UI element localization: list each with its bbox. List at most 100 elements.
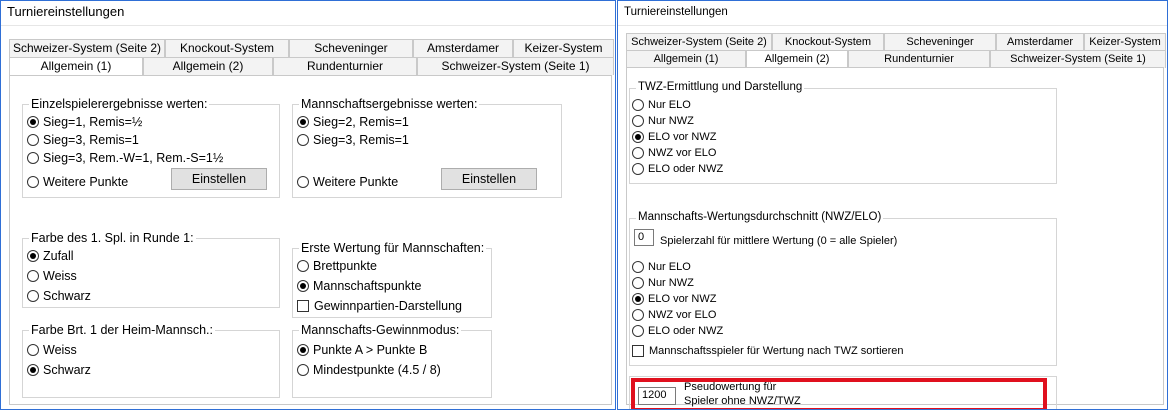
radio-icon xyxy=(632,99,644,111)
tab-schweizer-2[interactable]: Schweizer-System (Seite 2) xyxy=(626,33,772,51)
option-label: Mannschaftsspieler für Wertung nach TWZ … xyxy=(649,345,904,357)
radio-sieg2-remis1[interactable]: Sieg=2, Remis=1 xyxy=(297,115,409,129)
group-gewinnmodus-legend: Mannschafts-Gewinnmodus: xyxy=(299,323,462,337)
radio-mwd-nur-nwz[interactable]: Nur NWZ xyxy=(632,277,694,289)
radio-elo-oder-nwz[interactable]: ELO oder NWZ xyxy=(632,163,723,175)
option-label: Sieg=3, Remis=1 xyxy=(313,133,409,147)
checkbox-twz-sortieren[interactable]: Mannschaftsspieler für Wertung nach TWZ … xyxy=(632,345,904,357)
group-mannschaftsergebnisse: Mannschaftsergebnisse werten: Sieg=2, Re… xyxy=(292,97,562,198)
option-label: Sieg=1, Remis=½ xyxy=(43,115,143,129)
tab-amsterdamer[interactable]: Amsterdamer xyxy=(413,39,513,57)
radio-icon xyxy=(632,147,644,159)
radio-zufall[interactable]: Zufall xyxy=(27,249,74,263)
tab-panel-allgemein-1: Einzelspielerergebnisse werten: Sieg=1, … xyxy=(9,75,612,405)
tab-row-front: Allgemein (1) Allgemein (2) Rundenturnie… xyxy=(9,57,614,75)
radio-mwd-nwz-vor-elo[interactable]: NWZ vor ELO xyxy=(632,309,716,321)
group-einzelspieler-legend: Einzelspielerergebnisse werten: xyxy=(29,97,210,111)
group-einzelspieler: Einzelspielerergebnisse werten: Sieg=1, … xyxy=(22,97,280,198)
radio-heim-weiss[interactable]: Weiss xyxy=(27,343,77,357)
option-label: Gewinnpartien-Darstellung xyxy=(314,299,462,313)
tab-schweizer-1[interactable]: Schweizer-System (Seite 1) xyxy=(417,57,614,75)
tab-allgemein-1[interactable]: Allgemein (1) xyxy=(626,50,746,68)
highlight-frame xyxy=(631,378,1047,409)
option-label: Nur NWZ xyxy=(648,277,694,289)
tab-row-front: Allgemein (1) Allgemein (2) Rundenturnie… xyxy=(626,50,1166,68)
radio-mwd-elo-vor-nwz[interactable]: ELO vor NWZ xyxy=(632,293,716,305)
radio-punkte-a-b[interactable]: Punkte A > Punkte B xyxy=(297,343,427,357)
radio-weitere-punkte[interactable]: Weitere Punkte xyxy=(27,175,128,189)
window-title: Turniereinstellungen xyxy=(618,1,1167,26)
radio-nwz-vor-elo[interactable]: NWZ vor ELO xyxy=(632,147,716,159)
option-label: Sieg=3, Rem.-W=1, Rem.-S=1½ xyxy=(43,151,224,165)
group-gewinnmodus: Mannschafts-Gewinnmodus: Punkte A > Punk… xyxy=(292,323,492,398)
tab-keizer[interactable]: Keizer-System xyxy=(513,39,614,57)
spielerzahl-label: Spielerzahl für mittlere Wertung (0 = al… xyxy=(660,235,898,247)
option-label: Sieg=2, Remis=1 xyxy=(313,115,409,129)
einstellen-button[interactable]: Einstellen xyxy=(171,168,267,190)
option-label: Weiss xyxy=(43,269,77,283)
group-mannschaft-legend: Mannschaftsergebnisse werten: xyxy=(299,97,480,111)
radio-checked-icon xyxy=(632,293,644,305)
option-label: Schwarz xyxy=(43,363,91,377)
option-label: NWZ vor ELO xyxy=(648,309,717,321)
tab-schweizer-1[interactable]: Schweizer-System (Seite 1) xyxy=(990,50,1166,68)
option-label: Punkte A > Punkte B xyxy=(313,343,428,357)
tab-schweizer-2[interactable]: Schweizer-System (Seite 2) xyxy=(9,39,165,57)
group-heim-legend: Farbe Brt. 1 der Heim-Mannsch.: xyxy=(29,323,216,337)
radio-icon xyxy=(632,163,644,175)
radio-icon xyxy=(27,176,39,188)
spielerzahl-input[interactable]: 0 xyxy=(634,229,654,246)
radio-sieg1-remis-half[interactable]: Sieg=1, Remis=½ xyxy=(27,115,142,129)
tab-scheveninger[interactable]: Scheveninger xyxy=(289,39,413,57)
radio-heim-schwarz[interactable]: Schwarz xyxy=(27,363,91,377)
option-label: Sieg=3, Remis=1 xyxy=(43,133,139,147)
radio-mindestpunkte[interactable]: Mindestpunkte (4.5 / 8) xyxy=(297,363,441,377)
tab-allgemein-2[interactable]: Allgemein (2) xyxy=(143,57,273,75)
option-label: ELO oder NWZ xyxy=(648,163,724,175)
group-mwd-legend: Mannschafts-Wertungsdurchschnitt (NWZ/EL… xyxy=(636,211,884,223)
option-label: Brettpunkte xyxy=(313,259,377,273)
group-erste-wertung: Erste Wertung für Mannschaften: Brettpun… xyxy=(292,241,492,318)
radio-icon xyxy=(297,260,309,272)
radio-icon xyxy=(297,364,309,376)
radio-icon xyxy=(27,290,39,302)
option-label: Schwarz xyxy=(43,289,91,303)
group-heim-mannschaft: Farbe Brt. 1 der Heim-Mannsch.: Weiss Sc… xyxy=(22,323,280,398)
radio-sieg3-remis1-team[interactable]: Sieg=3, Remis=1 xyxy=(297,133,409,147)
radio-checked-icon xyxy=(27,250,39,262)
radio-nur-nwz[interactable]: Nur NWZ xyxy=(632,115,694,127)
radio-schwarz[interactable]: Schwarz xyxy=(27,289,91,303)
radio-weiss[interactable]: Weiss xyxy=(27,269,77,283)
radio-sieg3-rem-w-s[interactable]: Sieg=3, Rem.-W=1, Rem.-S=1½ xyxy=(27,151,223,165)
option-label: NWZ vor ELO xyxy=(648,147,717,159)
tab-knockout[interactable]: Knockout-System xyxy=(165,39,289,57)
option-label: Mindestpunkte (4.5 / 8) xyxy=(313,363,441,377)
tab-knockout[interactable]: Knockout-System xyxy=(772,33,884,51)
einstellen-button-team[interactable]: Einstellen xyxy=(441,168,537,190)
radio-icon xyxy=(27,152,39,164)
tab-allgemein-1[interactable]: Allgemein (1) xyxy=(9,57,143,75)
radio-mwd-elo-oder-nwz[interactable]: ELO oder NWZ xyxy=(632,325,723,337)
tab-rundenturnier[interactable]: Rundenturnier xyxy=(273,57,417,75)
radio-mwd-nur-elo[interactable]: Nur ELO xyxy=(632,261,691,273)
tab-scheveninger[interactable]: Scheveninger xyxy=(884,33,996,51)
radio-elo-vor-nwz[interactable]: ELO vor NWZ xyxy=(632,131,716,143)
radio-sieg3-remis1[interactable]: Sieg=3, Remis=1 xyxy=(27,133,139,147)
group-mannschafts-wertungsdurchschnitt: Mannschafts-Wertungsdurchschnitt (NWZ/EL… xyxy=(629,211,1057,366)
tab-amsterdamer[interactable]: Amsterdamer xyxy=(996,33,1084,51)
settings-window-right: Turniereinstellungen Schweizer-System (S… xyxy=(617,0,1168,410)
checkbox-icon xyxy=(297,300,309,312)
radio-icon xyxy=(297,176,309,188)
radio-icon xyxy=(632,325,644,337)
option-label: Weitere Punkte xyxy=(43,175,129,189)
tab-rundenturnier[interactable]: Rundenturnier xyxy=(848,50,990,68)
radio-checked-icon xyxy=(297,344,309,356)
tab-keizer[interactable]: Keizer-System xyxy=(1084,33,1166,51)
radio-nur-elo[interactable]: Nur ELO xyxy=(632,99,691,111)
tab-allgemein-2[interactable]: Allgemein (2) xyxy=(746,50,848,68)
radio-mannschaftspunkte[interactable]: Mannschaftspunkte xyxy=(297,279,421,293)
checkbox-gewinnpartien[interactable]: Gewinnpartien-Darstellung xyxy=(297,299,462,313)
radio-weitere-punkte-team[interactable]: Weitere Punkte xyxy=(297,175,398,189)
group-farbe-runde1: Farbe des 1. Spl. in Runde 1: Zufall Wei… xyxy=(22,231,280,308)
radio-brettpunkte[interactable]: Brettpunkte xyxy=(297,259,377,273)
